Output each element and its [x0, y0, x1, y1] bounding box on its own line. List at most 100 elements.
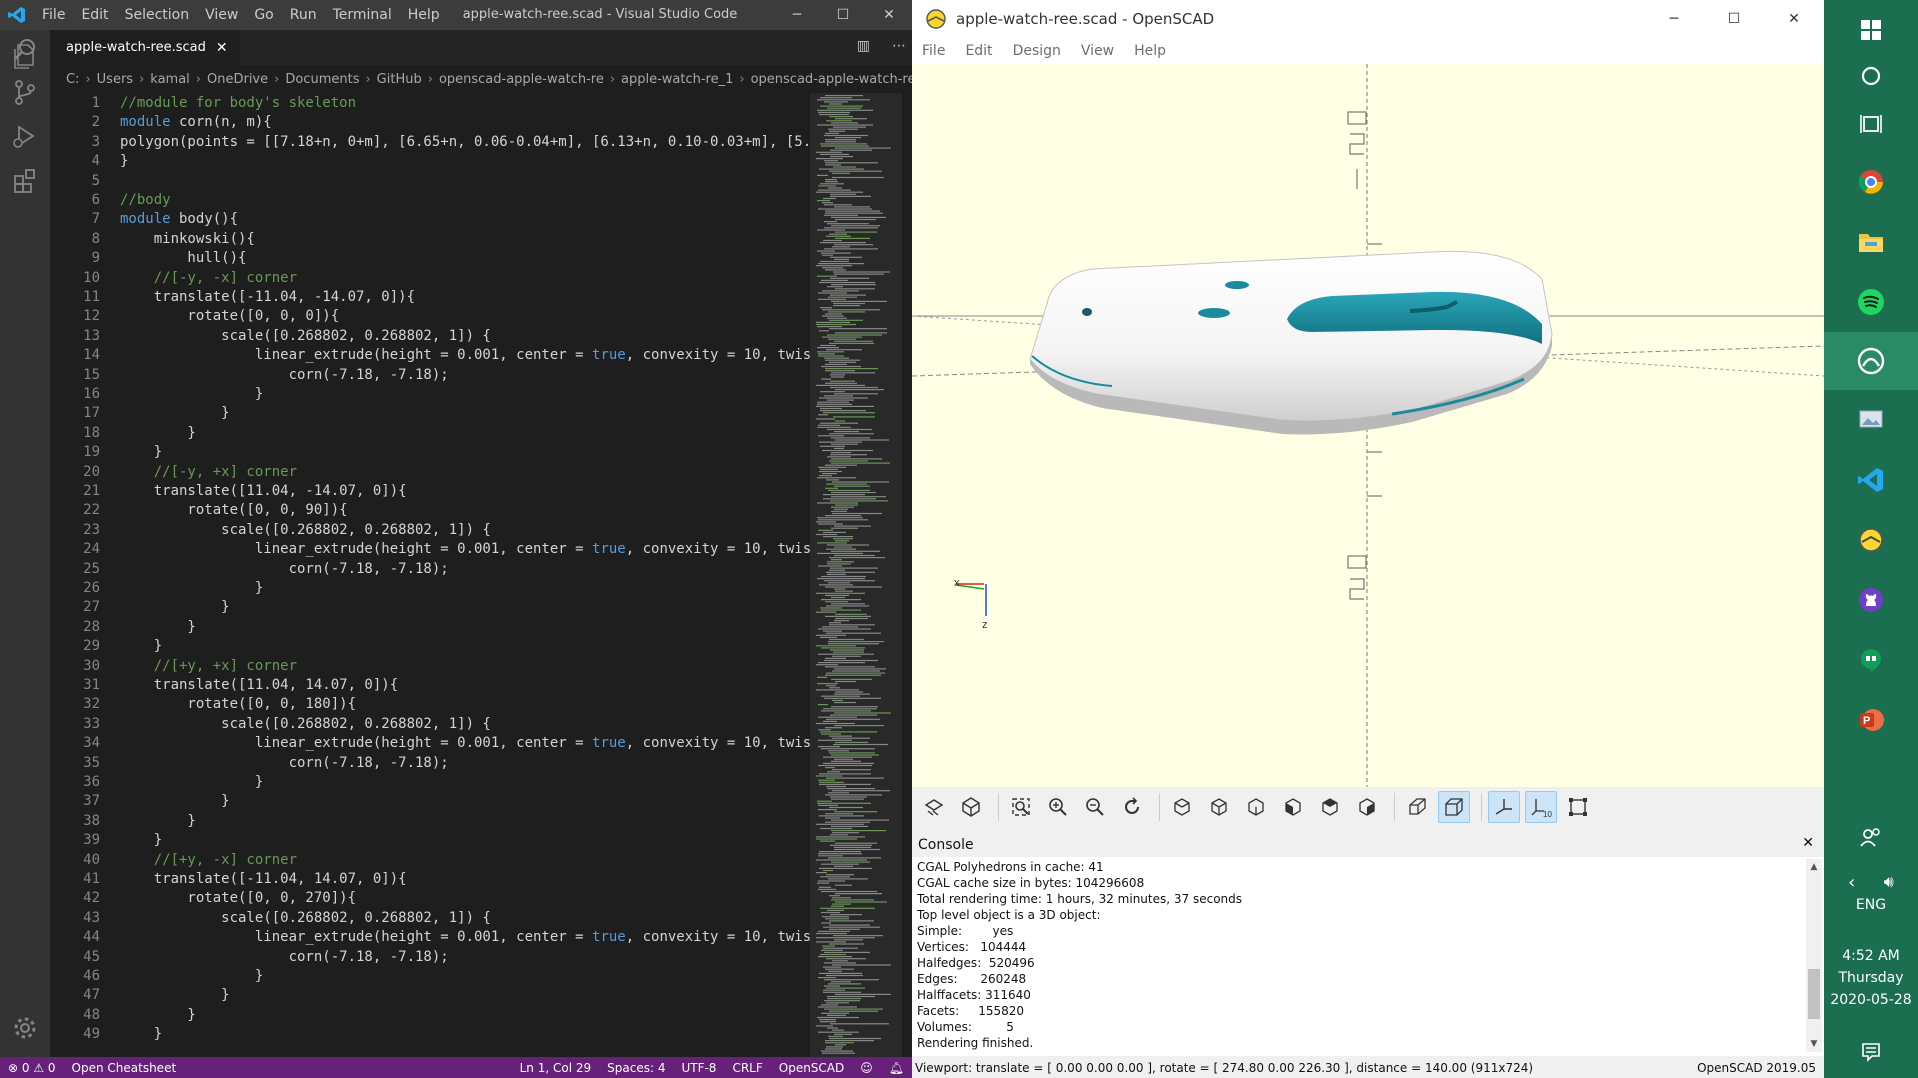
input-language[interactable]: ENG — [1824, 897, 1918, 913]
people-icon[interactable] — [1824, 818, 1918, 858]
vs-menu-terminal[interactable]: Terminal — [333, 7, 392, 23]
view-all-icon[interactable] — [1005, 791, 1037, 823]
code-token: } — [120, 1026, 163, 1043]
show-hidden-icons-chevron-icon[interactable]: ‹ — [1848, 872, 1855, 893]
vs-menu-edit[interactable]: Edit — [81, 7, 108, 23]
eol-status[interactable]: CRLF — [732, 1061, 762, 1075]
action-center-icon[interactable] — [1824, 1032, 1918, 1072]
preview-icon[interactable] — [918, 791, 950, 823]
zoom-in-icon[interactable] — [1042, 791, 1074, 823]
os-menu-edit[interactable]: Edit — [965, 43, 992, 59]
spotify-icon[interactable] — [1824, 282, 1918, 322]
breadcrumb-item[interactable]: Users — [97, 72, 133, 87]
code-line: scale([0.268802, 0.268802, 1]) { — [120, 522, 491, 538]
os-menu-help[interactable]: Help — [1134, 43, 1166, 59]
os-menu-file[interactable]: File — [922, 43, 945, 59]
image-viewer-icon[interactable] — [1824, 400, 1918, 440]
breadcrumb-item[interactable]: Documents — [285, 72, 359, 87]
vscode-taskbar-icon[interactable] — [1824, 460, 1918, 500]
search-icon[interactable] — [9, 34, 41, 66]
code-token: //[+y, +x] corner — [120, 657, 298, 674]
source-control-icon[interactable] — [9, 76, 41, 108]
breadcrumb-item[interactable]: GitHub — [377, 72, 422, 87]
console-close-icon[interactable]: ✕ — [1802, 835, 1814, 851]
vs-menu-go[interactable]: Go — [254, 7, 273, 23]
breadcrumb-item[interactable]: OneDrive — [207, 72, 268, 87]
problems-status[interactable]: ⊗ 0 ⚠ 0 — [8, 1061, 56, 1075]
console-scroll-thumb[interactable] — [1808, 969, 1820, 1019]
start-windows-icon[interactable] — [1824, 10, 1918, 50]
notifications-bell-icon[interactable]: 🔔︎ — [889, 1061, 904, 1075]
indentation-status[interactable]: Spaces: 4 — [607, 1061, 665, 1075]
language-mode[interactable]: OpenSCAD — [779, 1061, 845, 1075]
show-scale-markers-icon[interactable]: 10 — [1525, 791, 1557, 823]
editor-tab-bar: apple-watch-ree.scad ✕ ▥ ⋯ — [50, 30, 912, 65]
more-actions-icon[interactable]: ⋯ — [892, 38, 906, 54]
breadcrumb-item[interactable]: C: — [66, 72, 79, 87]
3d-viewport[interactable]: z x — [911, 64, 1825, 787]
view-bottom-icon[interactable] — [1240, 791, 1272, 823]
code-editor[interactable]: 1 //module for body's skeleton 2 module cor… — [50, 93, 810, 1057]
volume-icon[interactable]: 🔊︎ — [1884, 872, 1894, 892]
os-minimize-icon[interactable]: ─ — [1644, 0, 1704, 30]
feedback-icon[interactable]: ☺ — [860, 1061, 873, 1075]
code-token: linear_extrude(height = 0.001, center = — [120, 347, 593, 364]
reset-view-icon[interactable] — [1116, 791, 1148, 823]
view-front-icon[interactable] — [1314, 791, 1346, 823]
minimap-slider[interactable] — [810, 93, 902, 1058]
console-output[interactable]: CGAL Polyhedrons in cache: 41 CGAL cache… — [912, 857, 1824, 1056]
cortana-search-icon[interactable] — [1824, 56, 1918, 96]
split-editor-icon[interactable]: ▥ — [857, 38, 870, 54]
view-right-icon[interactable] — [1166, 791, 1198, 823]
vs-minimize-icon[interactable]: ─ — [774, 0, 820, 30]
system-clock[interactable]: 4:52 AM Thursday 2020-05-28 — [1824, 945, 1918, 1011]
vs-menu-run[interactable]: Run — [290, 7, 317, 23]
code-line: scale([0.268802, 0.268802, 1]) { — [120, 910, 491, 926]
show-axes-icon[interactable] — [1488, 791, 1520, 823]
render-icon[interactable] — [955, 791, 987, 823]
settings-gear-icon[interactable] — [9, 1012, 41, 1044]
breadcrumb-item[interactable]: openscad-apple-watch-ree — [751, 72, 912, 87]
line-number: 17 — [83, 405, 100, 422]
perspective-icon[interactable] — [1401, 791, 1433, 823]
orthogonal-icon[interactable] — [1438, 791, 1470, 823]
z-axis-label: z — [982, 619, 988, 631]
vs-menu-view[interactable]: View — [205, 7, 238, 23]
vs-menu-selection[interactable]: Selection — [125, 7, 190, 23]
xbox-game-bar-icon[interactable] — [1824, 332, 1918, 390]
file-explorer-icon[interactable] — [1824, 222, 1918, 262]
tab-apple-watch-ree[interactable]: apple-watch-ree.scad ✕ — [50, 30, 240, 65]
extensions-icon[interactable] — [9, 164, 41, 196]
view-left-icon[interactable] — [1277, 791, 1309, 823]
zoom-out-icon[interactable] — [1079, 791, 1111, 823]
open-cheatsheet-button[interactable]: Open Cheatsheet — [72, 1061, 177, 1075]
breadcrumb-item[interactable]: apple-watch-re_1 — [621, 72, 733, 87]
chrome-dev-icon[interactable] — [1824, 162, 1918, 202]
cursor-position[interactable]: Ln 1, Col 29 — [520, 1061, 592, 1075]
os-menu-view[interactable]: View — [1081, 43, 1114, 59]
minimap[interactable] — [810, 93, 902, 1058]
vs-maximize-icon[interactable]: ☐ — [820, 0, 866, 30]
run-debug-icon[interactable] — [9, 120, 41, 152]
line-number: 29 — [83, 638, 100, 655]
tab-close-icon[interactable]: ✕ — [216, 40, 228, 56]
show-edges-icon[interactable] — [1562, 791, 1594, 823]
powerpoint-icon[interactable]: P — [1824, 700, 1918, 740]
vs-close-icon[interactable]: ✕ — [866, 0, 912, 30]
encoding-status[interactable]: UTF-8 — [681, 1061, 716, 1075]
view-back-icon[interactable] — [1351, 791, 1383, 823]
breadcrumb-item[interactable]: openscad-apple-watch-re — [439, 72, 604, 87]
os-close-icon[interactable]: ✕ — [1764, 0, 1824, 30]
console-scrollbar[interactable]: ▲ ▼ — [1806, 859, 1822, 1052]
openscad-taskbar-icon[interactable] — [1824, 520, 1918, 560]
github-desktop-icon[interactable] — [1824, 580, 1918, 620]
openscad-logo-icon — [926, 9, 946, 29]
code-token: //[-y, +x] corner — [120, 463, 298, 480]
os-maximize-icon[interactable]: ☐ — [1704, 0, 1764, 30]
view-top-icon[interactable] — [1203, 791, 1235, 823]
breadcrumb-item[interactable]: kamal — [150, 72, 190, 87]
hangouts-icon[interactable] — [1824, 640, 1918, 680]
os-menu-design[interactable]: Design — [1013, 43, 1061, 59]
task-view-icon[interactable] — [1824, 104, 1918, 144]
vs-menu-file[interactable]: File — [42, 7, 65, 23]
